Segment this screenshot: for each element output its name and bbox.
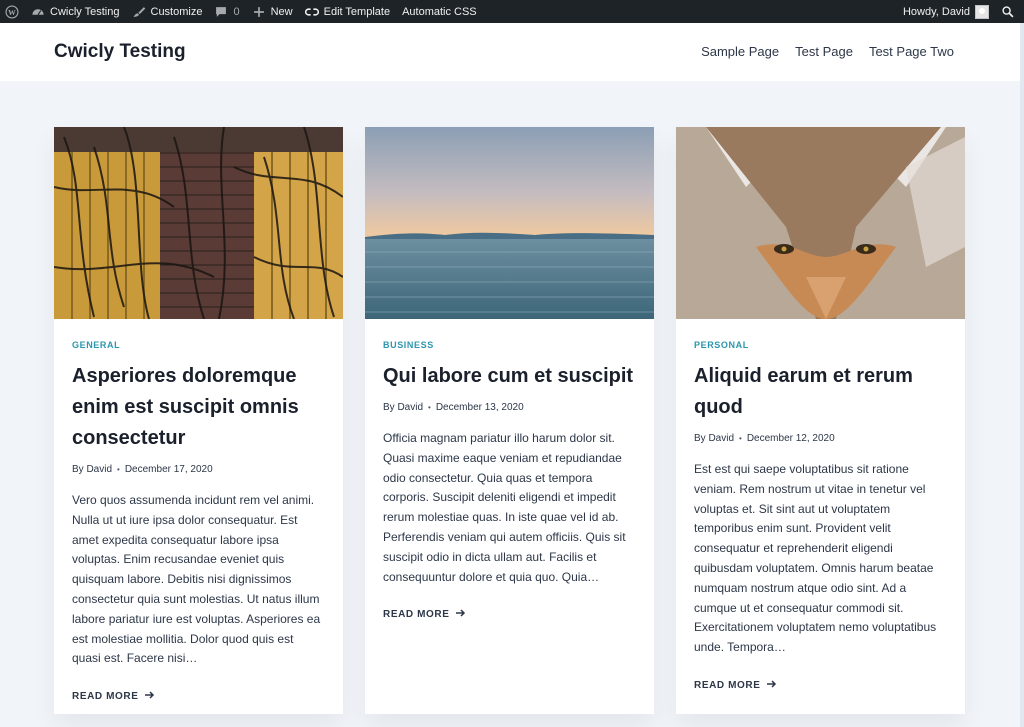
speech-bubble-icon (214, 5, 228, 19)
automatic-css-label: Automatic CSS (402, 5, 477, 18)
read-more-link[interactable]: READ MORE (383, 609, 636, 620)
site-name-menu[interactable]: Cwicly Testing (25, 0, 126, 23)
edit-template-label: Edit Template (323, 5, 391, 18)
svg-text:W: W (8, 7, 16, 16)
new-label: New (270, 5, 293, 18)
comments-button[interactable]: 0 (208, 0, 245, 23)
customize-button[interactable]: Customize (126, 0, 209, 23)
meta-separator: • (739, 434, 742, 443)
wordpress-logo-icon: W (5, 4, 19, 19)
howdy-label: Howdy, David (902, 5, 970, 18)
post-author: By David (694, 433, 735, 444)
search-button[interactable] (995, 0, 1024, 23)
post-date: December 17, 2020 (124, 464, 213, 475)
automatic-css-button[interactable]: Automatic CSS (396, 0, 483, 23)
arrow-right-icon (455, 609, 466, 620)
account-menu[interactable]: Howdy, David (897, 0, 995, 23)
post-thumbnail-coyote[interactable] (676, 127, 965, 319)
post-meta: By David • December 17, 2020 (72, 463, 325, 477)
post-category[interactable]: PERSONAL (694, 339, 947, 351)
read-more-label: READ MORE (383, 609, 450, 621)
dashboard-icon (31, 5, 45, 19)
site-title[interactable]: Cwicly Testing (54, 41, 186, 63)
post-date: December 13, 2020 (435, 402, 524, 413)
meta-separator: • (117, 465, 120, 474)
admin-bar: W Cwicly Testing Customize 0 New Edit Te… (0, 0, 1024, 23)
read-more-link[interactable]: READ MORE (694, 680, 947, 691)
post-excerpt: Est est qui saepe voluptatibus sit ratio… (694, 462, 937, 655)
post-excerpt: Officia magnam pariatur illo harum dolor… (383, 431, 626, 584)
read-more-label: READ MORE (694, 679, 761, 691)
post-title[interactable]: Asperiores doloremque enim est suscipit … (72, 361, 325, 454)
nav-item-test-page-two[interactable]: Test Page Two (869, 44, 954, 59)
plus-icon (252, 5, 266, 19)
post-card: PERSONAL Aliquid earum et rerum quod By … (676, 127, 965, 714)
search-icon (1001, 5, 1015, 19)
post-card: GENERAL Asperiores doloremque enim est s… (54, 127, 343, 714)
new-content-button[interactable]: New (246, 0, 299, 23)
post-thumbnail-wall[interactable] (54, 127, 343, 319)
post-card: BUSINESS Qui labore cum et suscipit By D… (365, 127, 654, 714)
post-thumbnail-sea[interactable] (365, 127, 654, 319)
edit-template-button[interactable]: Edit Template (299, 0, 396, 23)
post-meta: By David • December 13, 2020 (383, 401, 636, 415)
paintbrush-icon (132, 5, 146, 19)
read-more-label: READ MORE (72, 691, 139, 703)
post-author: By David (383, 402, 424, 413)
post-category[interactable]: GENERAL (72, 339, 325, 351)
arrow-right-icon (766, 680, 777, 691)
post-excerpt: Vero quos assumenda incidunt rem vel ani… (72, 493, 321, 666)
meta-separator: • (428, 403, 431, 412)
post-author: By David (72, 464, 113, 475)
primary-navigation: Sample Page Test Page Test Page Two (701, 44, 954, 59)
scrollbar[interactable] (1020, 23, 1024, 727)
wordpress-menu[interactable]: W (0, 0, 25, 23)
post-category[interactable]: BUSINESS (383, 339, 636, 351)
avatar (975, 4, 989, 19)
nav-item-test-page[interactable]: Test Page (795, 44, 853, 59)
site-name-label: Cwicly Testing (50, 5, 120, 18)
arrow-right-icon (144, 691, 155, 702)
read-more-link[interactable]: READ MORE (72, 691, 325, 702)
post-date: December 12, 2020 (746, 433, 835, 444)
post-title[interactable]: Aliquid earum et rerum quod (694, 361, 947, 423)
comments-count: 0 (233, 5, 240, 18)
post-title[interactable]: Qui labore cum et suscipit (383, 361, 636, 392)
site-header: Cwicly Testing Sample Page Test Page Tes… (0, 23, 1020, 81)
nav-item-sample-page[interactable]: Sample Page (701, 44, 779, 59)
post-meta: By David • December 12, 2020 (694, 432, 947, 446)
link-icon (304, 5, 319, 19)
customize-label: Customize (150, 5, 203, 18)
